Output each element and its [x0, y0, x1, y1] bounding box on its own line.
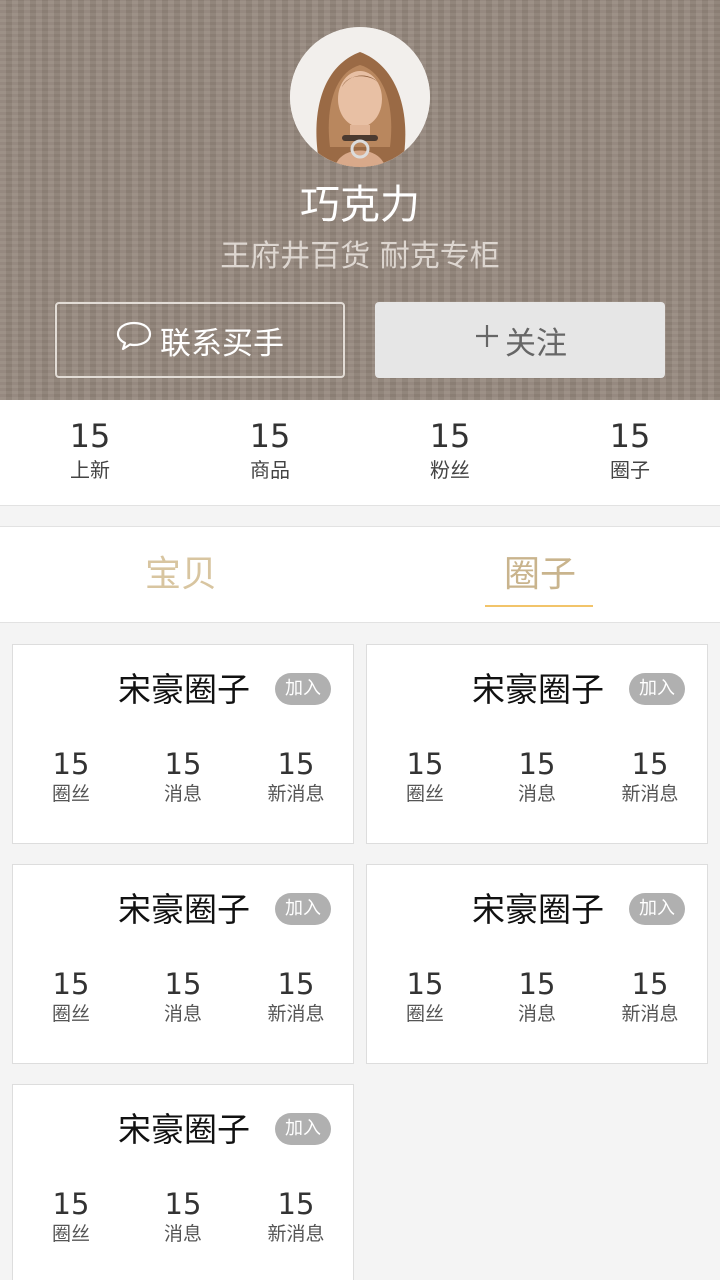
- profile-subtitle: 王府井百货 耐克专柜: [220, 239, 500, 274]
- join-button[interactable]: 加入: [275, 673, 331, 705]
- stat-value: 15: [69, 417, 111, 455]
- contact-buyer-button[interactable]: 联系买手: [55, 302, 345, 378]
- circle-stat-members: 15 圈丝: [21, 967, 121, 1027]
- circle-stat-value: 15: [52, 747, 90, 781]
- stat-label: 粉丝: [430, 458, 470, 482]
- circle-stat-new-messages: 15 新消息: [600, 747, 700, 807]
- circle-stat-label: 圈丝: [405, 783, 444, 805]
- circle-stat-value: 15: [518, 747, 556, 781]
- join-button[interactable]: 加入: [275, 893, 331, 925]
- circle-stat-members: 15 圈丝: [21, 747, 121, 807]
- circle-stat-value: 15: [52, 967, 90, 1001]
- follow-label: 关注: [505, 325, 567, 362]
- stat-new-arrivals[interactable]: 15 上新: [0, 400, 180, 505]
- stat-value: 15: [429, 417, 471, 455]
- follow-button[interactable]: 关注: [375, 302, 665, 378]
- circle-stat-value: 15: [277, 1187, 315, 1221]
- circle-card[interactable]: 宋豪圈子 加入 15 圈丝 15 消息 15 新消息: [12, 1084, 354, 1280]
- stat-products[interactable]: 15 商品: [180, 400, 360, 505]
- profile-header: 巧克力 王府井百货 耐克专柜 联系买手 关注: [0, 0, 720, 400]
- join-button[interactable]: 加入: [629, 893, 685, 925]
- profile-stats: 15 上新 15 商品 15 粉丝 15 圈子: [0, 400, 720, 506]
- stat-circles[interactable]: 15 圈子: [540, 400, 720, 505]
- circle-stat-label: 圈丝: [51, 1003, 90, 1025]
- circle-stat-label: 新消息: [267, 1003, 325, 1025]
- stat-fans[interactable]: 15 粉丝: [360, 400, 540, 505]
- circle-stat-label: 新消息: [621, 783, 679, 805]
- join-button[interactable]: 加入: [629, 673, 685, 705]
- circle-stat-value: 15: [164, 967, 202, 1001]
- stat-label: 商品: [250, 458, 290, 482]
- circle-stat-label: 新消息: [621, 1003, 679, 1025]
- circle-stat-label: 消息: [163, 1223, 202, 1245]
- stat-value: 15: [609, 417, 651, 455]
- circle-stat-label: 圈丝: [51, 783, 90, 805]
- circle-stat-messages: 15 消息: [133, 967, 233, 1027]
- circle-stat-messages: 15 消息: [133, 747, 233, 807]
- circle-stat-value: 15: [164, 1187, 202, 1221]
- circle-stat-value: 15: [631, 967, 669, 1001]
- stat-label: 圈子: [610, 458, 650, 482]
- contact-buyer-label: 联系买手: [160, 325, 284, 362]
- circle-stat-messages: 15 消息: [487, 747, 587, 807]
- circle-stat-new-messages: 15 新消息: [246, 967, 346, 1027]
- circle-card[interactable]: 宋豪圈子 加入 15 圈丝 15 消息 15 新消息: [366, 644, 708, 844]
- avatar[interactable]: [290, 27, 430, 167]
- plus-icon: [473, 322, 501, 358]
- circle-stat-members: 15 圈丝: [21, 1187, 121, 1247]
- circle-stat-messages: 15 消息: [487, 967, 587, 1027]
- join-button[interactable]: 加入: [275, 1113, 331, 1145]
- circle-stat-label: 消息: [163, 783, 202, 805]
- circle-card[interactable]: 宋豪圈子 加入 15 圈丝 15 消息 15 新消息: [12, 864, 354, 1064]
- active-tab-indicator: [485, 605, 593, 607]
- circle-stat-members: 15 圈丝: [375, 967, 475, 1027]
- circle-stat-label: 消息: [517, 783, 556, 805]
- stat-label: 上新: [70, 458, 110, 482]
- circle-stat-label: 新消息: [267, 1223, 325, 1245]
- circle-stat-label: 圈丝: [405, 1003, 444, 1025]
- profile-name: 巧克力: [300, 182, 420, 228]
- circle-stat-label: 圈丝: [51, 1223, 90, 1245]
- speech-bubble-icon: [116, 320, 152, 360]
- stat-value: 15: [249, 417, 291, 455]
- circle-stat-value: 15: [277, 967, 315, 1001]
- circle-stat-label: 消息: [517, 1003, 556, 1025]
- circle-stat-value: 15: [277, 747, 315, 781]
- circle-stat-label: 新消息: [267, 783, 325, 805]
- circle-stat-value: 15: [406, 747, 444, 781]
- tab-circles[interactable]: 圈子: [504, 551, 576, 599]
- circle-stat-new-messages: 15 新消息: [246, 1187, 346, 1247]
- tab-items[interactable]: 宝贝: [145, 551, 217, 599]
- circle-card[interactable]: 宋豪圈子 加入 15 圈丝 15 消息 15 新消息: [366, 864, 708, 1064]
- circle-stat-label: 消息: [163, 1003, 202, 1025]
- circle-stat-value: 15: [631, 747, 669, 781]
- tab-bar: 宝贝 圈子: [0, 526, 720, 623]
- circle-card[interactable]: 宋豪圈子 加入 15 圈丝 15 消息 15 新消息: [12, 644, 354, 844]
- circle-stat-new-messages: 15 新消息: [600, 967, 700, 1027]
- circle-stat-messages: 15 消息: [133, 1187, 233, 1247]
- circle-stat-value: 15: [406, 967, 444, 1001]
- circle-stat-value: 15: [518, 967, 556, 1001]
- circle-stat-value: 15: [52, 1187, 90, 1221]
- circle-stat-members: 15 圈丝: [375, 747, 475, 807]
- circle-stat-value: 15: [164, 747, 202, 781]
- circle-stat-new-messages: 15 新消息: [246, 747, 346, 807]
- avatar-image: [290, 27, 430, 167]
